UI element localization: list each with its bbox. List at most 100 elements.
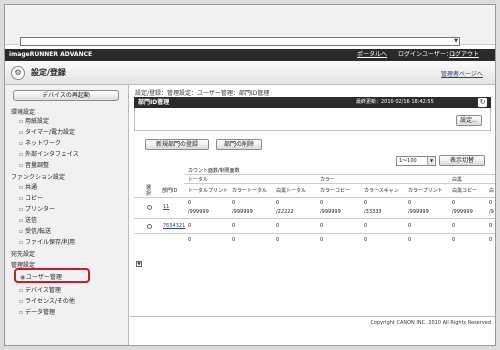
- sidebar: デバイスの再起動 環境設定 ▫ 用紙設定 ▫ タイマー/電力設定 ▫ ネットワーク ▫…: [5, 85, 129, 345]
- table-cell: 0: [364, 237, 368, 243]
- table-cell: 0: [276, 237, 280, 243]
- footer: Copyright CANON INC. 2010 All Rights Res…: [130, 316, 495, 345]
- page-title: 設定/登録: [31, 68, 66, 77]
- refresh-icon[interactable]: ↻: [478, 98, 487, 107]
- sidebar-item-printer[interactable]: ▫ プリンター: [19, 204, 55, 213]
- browser-window: ▼ imageRUNNER ADVANCE ポータルへ ログインユーザー：1 ロ…: [4, 4, 496, 346]
- table-cell: 0: [364, 223, 368, 229]
- login-user-label: ログインユーザー：1: [398, 51, 456, 58]
- table-cell: 0: [276, 200, 280, 206]
- settings-button[interactable]: 設定...: [456, 115, 482, 126]
- divider: [134, 197, 495, 198]
- divider: [184, 183, 495, 184]
- table-cell: 0: [320, 200, 324, 206]
- col-header-dept-id: 部門ID: [162, 188, 178, 194]
- table-cell: /33333: [364, 209, 382, 215]
- sidebar-item-timer[interactable]: ▫ タイマー/電力設定: [19, 127, 75, 136]
- main-content: 設定/登録：管理設定：ユーザー管理：部門ID管理 部門ID管理 最終更新：201…: [130, 85, 495, 321]
- table-cell: 0: [489, 200, 493, 206]
- divider: [134, 233, 495, 234]
- table-cell: 0: [320, 223, 324, 229]
- table-cell: 0: [408, 237, 412, 243]
- logout-link[interactable]: ログアウト: [449, 49, 479, 61]
- table-cell: 0: [452, 237, 456, 243]
- table-cell: /999999: [232, 209, 253, 215]
- sidebar-item-file-storage[interactable]: ▫ ファイル保存/利用: [19, 237, 75, 246]
- table-cell: 0: [452, 223, 456, 229]
- register-department-button[interactable]: 新規部門の登録: [145, 139, 209, 150]
- sidebar-item-receive-forward[interactable]: ▫ 受信/転送: [19, 226, 51, 235]
- divider: [134, 218, 495, 219]
- table-cell: 0: [364, 200, 368, 206]
- dept-id-link[interactable]: 7654321: [163, 223, 185, 229]
- browser-toolbar: ▼: [5, 5, 495, 46]
- sidebar-item-paper[interactable]: ▫ 用紙設定: [19, 116, 49, 125]
- sidebar-item-network[interactable]: ▫ ネットワーク: [19, 138, 61, 147]
- table-cell: 0: [489, 237, 493, 243]
- col-header: カラーコピー: [320, 188, 351, 194]
- dept-id-link[interactable]: 11: [163, 204, 169, 210]
- table-cell: 0: [320, 237, 324, 243]
- product-logo: imageRUNNER ADVANCE: [9, 51, 93, 58]
- row-select-radio[interactable]: [147, 224, 152, 229]
- delete-department-button[interactable]: 部門の削除: [216, 139, 262, 150]
- top-header: imageRUNNER ADVANCE ポータルへ ログインユーザー：1 ログア…: [5, 49, 495, 61]
- range-select-value: 1〜100: [399, 158, 417, 164]
- col-header: 白: [489, 188, 495, 194]
- table-cell: 0: [452, 200, 456, 206]
- panel-title: 部門ID管理: [138, 99, 170, 106]
- table-cell: /22222: [276, 209, 294, 215]
- col-header: 白黒トータル: [276, 188, 307, 194]
- admin-page-link[interactable]: 管理者ページへ: [441, 69, 483, 78]
- table-cell: 0: [188, 223, 192, 229]
- breadcrumb: 設定/登録：管理設定：ユーザー管理：部門ID管理: [135, 90, 270, 97]
- range-select[interactable]: 1〜100 ▼: [396, 156, 436, 166]
- sidebar-item-license[interactable]: ▫ ライセンス/その他: [19, 296, 75, 305]
- subheader-color: カラー: [320, 177, 336, 183]
- table-cell: 0: [188, 200, 192, 206]
- table-cell: /9: [489, 209, 494, 215]
- sidebar-section-environment[interactable]: 環境設定: [11, 107, 35, 116]
- highlight-outline: [14, 268, 90, 283]
- table-cell: /999999: [320, 209, 341, 215]
- sidebar-item-external-interface[interactable]: ▫ 外部インタフェイス: [19, 149, 79, 158]
- col-header: トータルプリント: [188, 188, 229, 194]
- table-cell: 0: [276, 223, 280, 229]
- address-bar[interactable]: [20, 37, 460, 46]
- sidebar-item-send[interactable]: ▫ 送信: [19, 215, 37, 224]
- sidebar-item-device-management[interactable]: ▫ デバイス管理: [19, 285, 61, 294]
- table-cell: 0: [232, 200, 236, 206]
- table-cell: 0: [232, 223, 236, 229]
- sidebar-item-copy[interactable]: ▫ コピー: [19, 193, 43, 202]
- department-table: カウント面数/制限面数 トータル カラー 白黒 選択 部門ID トータルプリント…: [134, 167, 495, 247]
- table-cell: 0: [232, 237, 236, 243]
- display-switch-button[interactable]: 表示切替: [439, 155, 485, 166]
- sidebar-item-data-management[interactable]: ▫ データ管理: [19, 307, 55, 316]
- title-bar: ⚙ 設定/登録 管理者ページへ: [5, 61, 495, 85]
- table-cell: 0: [408, 223, 412, 229]
- table-cell: 0: [489, 223, 493, 229]
- subheader-total: トータル: [188, 177, 209, 183]
- row-select-radio[interactable]: [147, 205, 152, 210]
- chevron-down-icon[interactable]: ▼: [452, 38, 460, 45]
- col-header: カラープリント: [408, 188, 443, 194]
- scroll-down-icon[interactable]: ▼: [136, 261, 142, 267]
- sidebar-item-volume[interactable]: ▫ 音量調整: [19, 160, 49, 169]
- col-header: カラートータル: [232, 188, 268, 194]
- col-header: 白黒コピー: [452, 188, 478, 194]
- table-cell: /999999: [408, 209, 429, 215]
- col-header: カラースキャン: [364, 188, 399, 194]
- sidebar-item-common[interactable]: ▫ 共通: [19, 182, 37, 191]
- chevron-down-icon: ▼: [427, 157, 435, 165]
- last-updated-text: 最終更新：2010 02/16 18:42:55: [356, 99, 434, 105]
- restart-device-button[interactable]: デバイスの再起動: [13, 90, 119, 101]
- table-cell: 0: [188, 237, 192, 243]
- settings-gear-icon: ⚙: [11, 66, 25, 80]
- group-header: カウント面数/制限面数: [188, 168, 240, 174]
- sidebar-section-destination[interactable]: 宛先設定: [11, 249, 35, 258]
- portal-link[interactable]: ポータルへ: [357, 49, 387, 61]
- sidebar-section-function[interactable]: ファンクション設定: [11, 172, 65, 181]
- col-header-select: 選択: [146, 185, 152, 197]
- copyright-text: Copyright CANON INC. 2010 All Rights Res…: [370, 320, 491, 326]
- table-cell: /999999: [452, 209, 473, 215]
